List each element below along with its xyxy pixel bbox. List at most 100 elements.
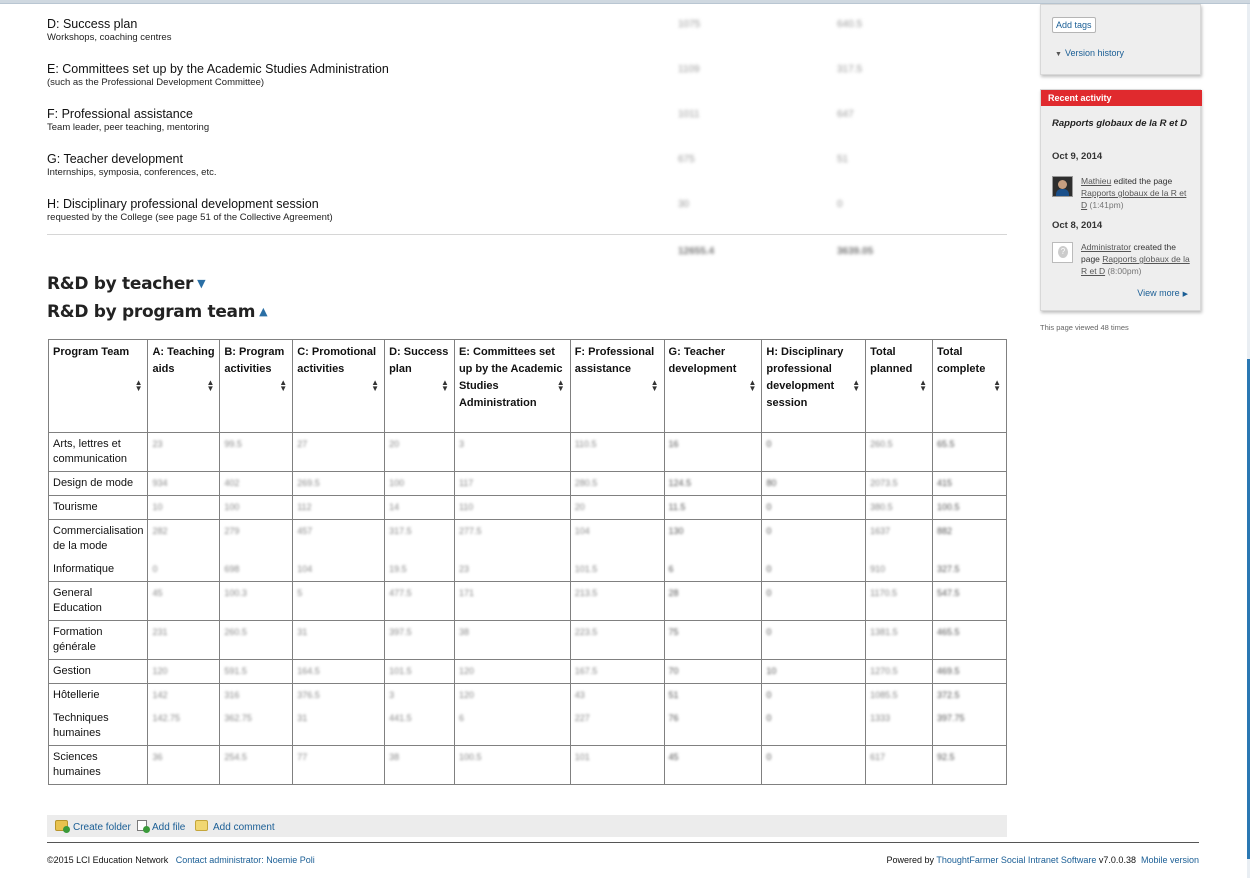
table-cell: 477.5: [384, 581, 455, 621]
avatar[interactable]: [1052, 176, 1073, 197]
table-cell: 16: [663, 432, 763, 472]
activity-user-link[interactable]: Administrator: [1081, 242, 1131, 252]
table-row: Formation générale 231 260.5 31 397.5 38 223.5…: [47, 620, 1007, 660]
create-folder-button[interactable]: Create folder: [55, 820, 131, 833]
category-subtitle: Workshops, coaching centres: [47, 32, 172, 43]
mobile-version-link[interactable]: Mobile version: [1141, 855, 1199, 865]
table-cell: 223.5: [569, 620, 665, 660]
program-team-cell: Design de mode: [47, 471, 149, 496]
program-team-cell: Tourisme: [47, 495, 149, 520]
table-cell: 1085.5: [865, 683, 934, 707]
table-cell: 213.5: [569, 581, 665, 621]
table-cell: 227: [569, 707, 665, 746]
table-cell: 124.5: [663, 471, 763, 496]
version-history-link[interactable]: ▼ Version history: [1055, 48, 1124, 58]
table-cell: 547.5: [932, 581, 1007, 621]
program-team-cell: Formation générale: [47, 620, 149, 660]
footer-divider: [47, 842, 1199, 843]
sort-icon[interactable]: ▲ ▼: [993, 379, 1001, 393]
table-cell: 415: [932, 471, 1007, 496]
section-heading-by-teacher[interactable]: R&D by teacher ▼: [47, 274, 206, 294]
table-cell: 469.5: [932, 659, 1007, 684]
program-team-cell: Techniques humaines: [47, 707, 149, 746]
column-header[interactable]: B: Program activities ▲ ▼: [219, 339, 294, 433]
table-cell: 167.5: [569, 659, 665, 684]
view-more-link[interactable]: View more ▶: [1137, 288, 1188, 298]
table-cell: 1381.5: [865, 620, 934, 660]
page-view-count: This page viewed 48 times: [1040, 323, 1129, 332]
table-cell: 45: [663, 745, 763, 785]
table-cell: 117: [453, 471, 571, 496]
category-value-complete: 647: [837, 109, 854, 120]
table-cell: 397.75: [932, 707, 1007, 746]
sort-icon[interactable]: ▲ ▼: [441, 379, 449, 393]
sort-icon[interactable]: ▲ ▼: [557, 379, 565, 393]
category-row: G: Teacher development Internships, symp…: [47, 152, 1007, 179]
activity-user-link[interactable]: Mathieu: [1081, 176, 1111, 186]
column-header[interactable]: E: Committees set up by the Academic Stu…: [453, 339, 571, 433]
table-cell: 3: [384, 683, 455, 707]
table-cell: 27: [292, 432, 386, 472]
table-cell: 31: [292, 707, 386, 746]
table-row: General Education 45 100.3 5 477.5 171 213.5 28…: [47, 581, 1007, 621]
table-cell: 0: [761, 495, 867, 520]
table-cell: 23: [453, 558, 571, 582]
sort-icon[interactable]: ▲ ▼: [852, 379, 860, 393]
table-cell: 5: [292, 581, 386, 621]
sort-icon[interactable]: ▲ ▼: [748, 379, 756, 393]
column-header[interactable]: Total complete ▲ ▼: [932, 339, 1007, 433]
table-cell: 75: [663, 620, 763, 660]
activity-time: (8:00pm): [1107, 266, 1142, 276]
column-header[interactable]: A: Teaching aids ▲ ▼: [147, 339, 221, 433]
section-title: R&D by program team: [47, 302, 256, 322]
sort-icon[interactable]: ▲ ▼: [135, 379, 143, 393]
totals-row: 12655.4 3639.05: [47, 244, 1007, 258]
total-complete-value: 3639.05: [837, 246, 874, 257]
contact-admin-link[interactable]: Contact administrator: Noemie Poli: [176, 855, 315, 865]
category-title: G: Teacher development: [47, 152, 183, 166]
add-file-button[interactable]: Add file: [137, 820, 185, 833]
category-value-complete: 640.5: [837, 19, 863, 30]
caret-down-icon[interactable]: ▼: [197, 277, 205, 290]
program-team-cell: Gestion: [47, 659, 149, 684]
table-row: Hôtellerie 142 316 376.5 3 120 43 51 0 1085.5 372.…: [47, 683, 1007, 707]
table-cell: 23: [147, 432, 221, 472]
activity-item: Administrator created the page Rapports …: [1052, 242, 1197, 282]
table-row: Tourisme 10 100 112 14 110 20 11.5 0 380.5 100.5: [47, 495, 1007, 520]
version: v7.0.0.38: [1098, 855, 1136, 865]
page-info-box: Add tags ▼ Version history: [1040, 4, 1201, 75]
add-tags-button[interactable]: Add tags: [1052, 17, 1096, 33]
table-row: Informatique 0 698 104 19.5 23 101.5 6 0 910 327.5: [47, 558, 1007, 582]
column-header[interactable]: F: Professional assistance ▲ ▼: [569, 339, 665, 433]
table-cell: 0: [761, 432, 867, 472]
recent-activity-header: Recent activity: [1041, 90, 1202, 106]
category-title: F: Professional assistance: [47, 107, 193, 121]
sort-icon[interactable]: ▲ ▼: [279, 379, 287, 393]
program-team-cell: General Education: [47, 581, 149, 621]
table-cell: 0: [147, 558, 221, 582]
sort-icon[interactable]: ▲ ▼: [919, 379, 927, 393]
activity-action: edited the page: [1113, 176, 1173, 186]
column-header[interactable]: G: Teacher development ▲ ▼: [663, 339, 763, 433]
column-header[interactable]: C: Promotional activities ▲ ▼: [292, 339, 386, 433]
sort-icon[interactable]: ▲ ▼: [371, 379, 379, 393]
add-comment-button[interactable]: Add comment: [195, 820, 275, 833]
table-cell: 231: [147, 620, 221, 660]
avatar[interactable]: [1052, 242, 1073, 263]
powered-by: Powered by: [886, 855, 934, 865]
table-cell: 112: [292, 495, 386, 520]
column-header[interactable]: Total planned ▲ ▼: [865, 339, 934, 433]
table-cell: 92.5: [932, 745, 1007, 785]
table-cell: 402: [219, 471, 294, 496]
table-cell: 0: [761, 683, 867, 707]
caret-up-icon[interactable]: ▲: [259, 305, 267, 318]
table-cell: 76: [663, 707, 763, 746]
powered-by-link[interactable]: ThoughtFarmer Social Intranet Software: [936, 855, 1096, 865]
column-header[interactable]: H: Disciplinary professional development…: [761, 339, 867, 433]
column-header[interactable]: D: Success plan ▲ ▼: [384, 339, 455, 433]
category-row: E: Committees set up by the Academic Stu…: [47, 62, 1007, 89]
sort-icon[interactable]: ▲ ▼: [206, 379, 214, 393]
sort-icon[interactable]: ▲ ▼: [651, 379, 659, 393]
column-header[interactable]: Program Team ▲ ▼: [47, 339, 149, 433]
section-heading-by-program[interactable]: R&D by program team ▲: [47, 302, 268, 322]
